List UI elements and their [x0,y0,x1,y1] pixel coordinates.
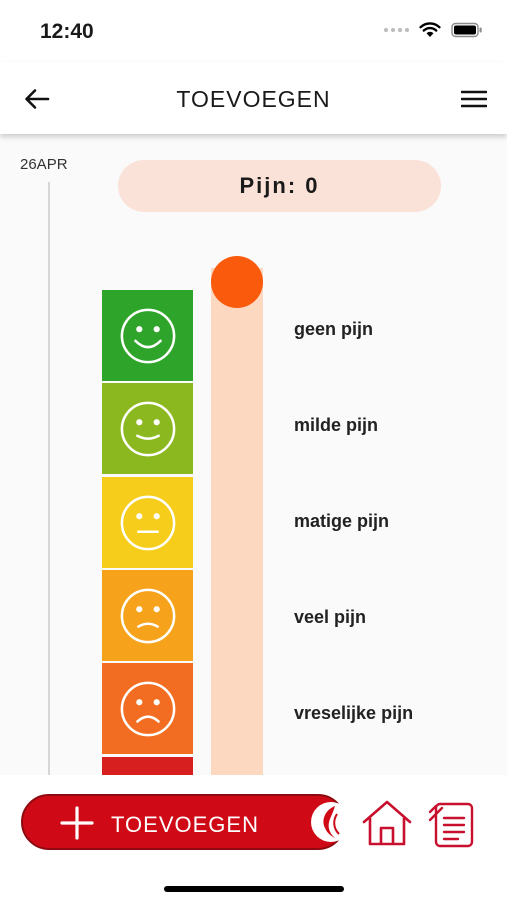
plus-icon [60,806,94,840]
level-label: veel pijn [294,607,367,627]
status-bar: 12:40 [0,0,507,62]
happy-face-icon [120,401,175,456]
hamburger-menu-icon [461,90,487,108]
face-neutral[interactable] [102,477,193,568]
status-icons [384,22,483,38]
face-happy[interactable] [102,383,193,474]
wifi-icon [419,22,441,37]
level-label: milde pijn [294,415,379,435]
timeline-line [48,182,50,776]
pain-slider-track[interactable] [211,268,263,775]
page-title: TOEVOEGEN [176,86,331,112]
level-label: matige pijn [294,511,390,531]
face-strip-overflow [102,757,193,775]
pain-slider-knob[interactable] [211,256,263,308]
level-label: vreselijke pijn [294,703,414,723]
home-icon [362,800,412,846]
face-very-sad[interactable] [102,663,193,754]
face-very-happy[interactable] [102,290,193,381]
menu-button[interactable] [459,84,489,114]
clipboard-list-icon [428,802,474,848]
add-button[interactable]: TOEVOEGEN [21,794,351,850]
very-sad-face-icon [120,681,175,736]
face-sad[interactable] [102,570,193,661]
add-button-label: TOEVOEGEN [111,812,259,837]
app-logo-icon [311,802,351,842]
neutral-face-icon [120,495,175,550]
status-time: 12:40 [40,20,94,43]
signal-icon [384,28,409,32]
battery-icon [451,22,482,38]
sad-face-icon [120,588,175,643]
home-indicator [164,886,344,892]
level-label: geen pijn [294,319,374,339]
home-button[interactable] [360,798,414,848]
app-header: TOEVOEGEN [0,62,507,134]
report-button[interactable] [428,798,476,848]
pain-value-display: Pijn: 0 [118,160,441,212]
very-happy-face-icon [120,308,175,363]
timeline-date: 26APR [20,156,68,173]
